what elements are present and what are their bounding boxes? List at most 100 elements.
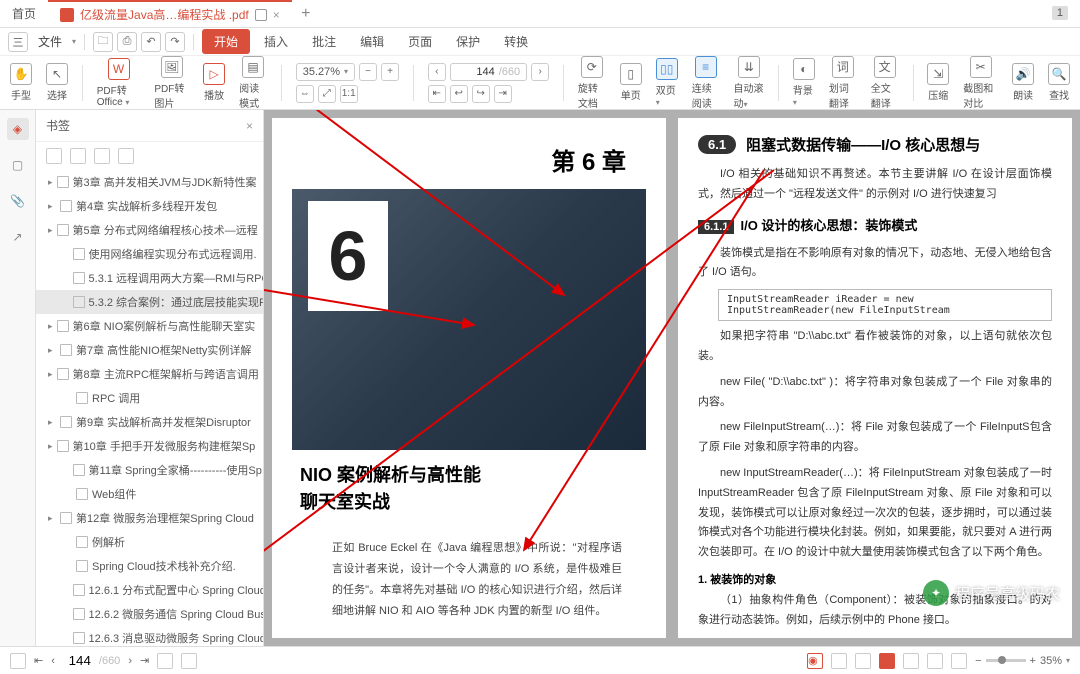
last-page-btn[interactable]: ⇥	[140, 654, 149, 667]
bookmark-item[interactable]: ▸第7章 高性能NIO框架Netty实例详解	[36, 338, 263, 362]
zoom-dropdown[interactable]: 35.27%▾	[296, 63, 355, 81]
bookmark-item[interactable]: ▸第10章 手把手开发微服务构建框架Sp	[36, 434, 263, 458]
page-layout-icon[interactable]	[951, 653, 967, 669]
bookmark-item[interactable]: ▸Web组件	[36, 482, 263, 506]
add-bookmark-icon[interactable]	[94, 148, 110, 164]
status-page-input[interactable]	[63, 653, 91, 668]
translate-selection[interactable]: 词划词翻译	[829, 56, 857, 110]
double-page[interactable]: ▯▯双页▾	[656, 58, 678, 108]
read-mode[interactable]: ▤阅读模式	[239, 56, 267, 110]
bookmark-item[interactable]: ▸第5章 分布式网络编程核心技术—远程	[36, 218, 263, 242]
file-menu[interactable]: 文件	[32, 33, 68, 50]
tab-add-button[interactable]: +	[292, 5, 320, 23]
zoom-out-icon[interactable]: −	[359, 63, 377, 81]
fit-page-icon[interactable]: ⤢	[318, 85, 336, 103]
page-back-icon[interactable]: ↩	[450, 85, 468, 103]
redo-icon[interactable]: ↷	[165, 32, 185, 52]
bookmark-item[interactable]: ▸第9章 实战解析高并发框架Disruptor	[36, 410, 263, 434]
play-status-icon[interactable]	[879, 653, 895, 669]
next-page-btn[interactable]: ›	[128, 655, 132, 667]
rotate-doc[interactable]: ⟳旋转文档	[578, 56, 606, 110]
open-icon[interactable]: 🗀	[93, 32, 113, 52]
find[interactable]: 🔍查找	[1048, 63, 1070, 102]
zoom-minus-icon[interactable]: −	[975, 655, 981, 667]
bookmark-item[interactable]: ▸第6章 NIO案例解析与高性能聊天室实	[36, 314, 263, 338]
next-page-icon[interactable]: ›	[531, 63, 549, 81]
bookmark-item[interactable]: ▸5.3.1 远程调用两大方案—RMI与RPC	[36, 266, 263, 290]
bookmark-item[interactable]: ▸12.6.1 分布式配置中心 Spring Cloud	[36, 578, 263, 602]
select-tool[interactable]: ↖选择	[46, 63, 68, 102]
bookmark-item[interactable]: ▸例解析	[36, 530, 263, 554]
tab-count-badge[interactable]: 1	[1052, 6, 1068, 20]
snapshot[interactable]: ✂截图和对比	[963, 56, 998, 110]
bookmark-item[interactable]: ▸12.6.3 消息驱动微服务 Spring Cloud	[36, 626, 263, 646]
bookmark-item[interactable]: ▸使用网络编程实现分布式远程调用.	[36, 242, 263, 266]
first-page-icon[interactable]: ⇤	[428, 85, 446, 103]
page-input-box[interactable]: /660	[450, 63, 527, 81]
continuous-read[interactable]: ≡连续阅读	[692, 56, 720, 110]
actual-size-icon[interactable]: 1:1	[340, 85, 358, 103]
weibo-icon[interactable]: ◉	[807, 653, 823, 669]
first-page-btn[interactable]: ⇤	[34, 654, 43, 667]
bookmark-item[interactable]: ▸12.6.2 微服务通信 Spring Cloud Bus	[36, 602, 263, 626]
fit-icon[interactable]	[927, 653, 943, 669]
bookmark-item[interactable]: ▸第4章 实战解析多线程开发包	[36, 194, 263, 218]
hand-tool[interactable]: ✋手型	[10, 63, 32, 102]
bookmark-item[interactable]: ▸第12章 微服务治理框架Spring Cloud	[36, 506, 263, 530]
play-button[interactable]: ▷播放	[203, 63, 225, 102]
bookmark-item[interactable]: ▸5.3.2 综合案例：通过底层技能实现RI	[36, 290, 263, 314]
speak[interactable]: 🔊朗读	[1012, 63, 1034, 102]
view-mode2-icon[interactable]	[855, 653, 871, 669]
prev-page-icon[interactable]: ‹	[428, 63, 446, 81]
undo-icon[interactable]: ↶	[141, 32, 161, 52]
status-thumb-icon[interactable]	[10, 653, 26, 669]
menu-edit[interactable]: 编辑	[350, 33, 394, 50]
prev-page-btn[interactable]: ‹	[51, 655, 55, 667]
chat-icon[interactable]	[255, 9, 267, 21]
fullscreen-icon[interactable]	[903, 653, 919, 669]
bookmark-icon[interactable]: ◈	[7, 118, 29, 140]
bookmark-item[interactable]: ▸第3章 高并发相关JVM与JDK新特性案	[36, 170, 263, 194]
zoom-plus-icon[interactable]: +	[1030, 655, 1036, 667]
status-tool2-icon[interactable]	[181, 653, 197, 669]
bookmark-item[interactable]: ▸Spring Cloud技术栈补充介绍.	[36, 554, 263, 578]
auto-scroll[interactable]: ⇊自动滚动▾	[734, 56, 765, 110]
tab-home[interactable]: 首页	[0, 0, 48, 27]
close-panel-icon[interactable]: ×	[246, 119, 253, 133]
background[interactable]: ◐背景▾	[793, 58, 815, 108]
menu-protect[interactable]: 保护	[446, 33, 490, 50]
delete-bookmark-icon[interactable]	[118, 148, 134, 164]
compress[interactable]: ⇲压缩	[927, 63, 949, 102]
bookmark-item[interactable]: ▸第11章 Spring全家桶----------使用Sp	[36, 458, 263, 482]
single-page[interactable]: ▯单页	[620, 63, 642, 102]
attachment-icon[interactable]: 📎	[7, 190, 29, 212]
expand-icon[interactable]	[46, 148, 62, 164]
zoom-slider[interactable]: − + 35% ▾	[975, 655, 1070, 667]
zoom-in-icon[interactable]: +	[381, 63, 399, 81]
fit-width-icon[interactable]: ⇔	[296, 85, 314, 103]
menu-page[interactable]: 页面	[398, 33, 442, 50]
page-fwd-icon[interactable]: ↪	[472, 85, 490, 103]
collapse-icon[interactable]	[70, 148, 86, 164]
view-mode1-icon[interactable]	[831, 653, 847, 669]
menu-start[interactable]: 开始	[202, 29, 250, 54]
share-icon[interactable]: ↗	[7, 226, 29, 248]
page-viewer[interactable]: 第 6 章 6 NIO 案例解析与高性能聊天室实战 正如 Bruce Eckel…	[264, 110, 1080, 646]
menu-annotate[interactable]: 批注	[302, 33, 346, 50]
hamburger-icon[interactable]: 三	[8, 32, 28, 52]
pdf-to-office[interactable]: WPDF转Office ▾	[97, 58, 141, 108]
last-page-icon[interactable]: ⇥	[494, 85, 512, 103]
thumbnail-icon[interactable]: ▢	[7, 154, 29, 176]
close-icon[interactable]: ×	[273, 8, 280, 22]
status-bar: ⇤ ‹ /660 › ⇥ ◉ − + 35% ▾	[0, 646, 1080, 674]
translate-full[interactable]: 文全文翻译	[871, 56, 899, 110]
page-input[interactable]	[457, 66, 495, 78]
print-icon[interactable]: ⎙	[117, 32, 137, 52]
menu-insert[interactable]: 插入	[254, 33, 298, 50]
pdf-to-image[interactable]: 🖼PDF转图片	[154, 56, 189, 110]
menu-convert[interactable]: 转换	[494, 33, 538, 50]
status-tool1-icon[interactable]	[157, 653, 173, 669]
bookmark-item[interactable]: ▸第8章 主流RPC框架解析与跨语言调用	[36, 362, 263, 386]
bookmark-item[interactable]: ▸RPC 调用	[36, 386, 263, 410]
tab-active-doc[interactable]: 亿级流量Java高…编程实战 .pdf ×	[48, 0, 292, 27]
